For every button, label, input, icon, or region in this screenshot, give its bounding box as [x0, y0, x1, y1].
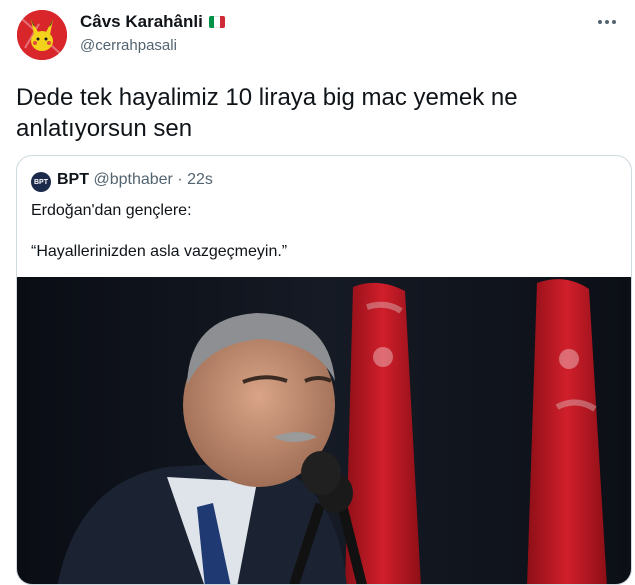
- quoted-text-line1: Erdoğan'dan gençlere:: [31, 202, 192, 219]
- more-horizontal-icon: [598, 20, 616, 24]
- more-options-button[interactable]: [593, 10, 621, 34]
- quoted-avatar-logo-text: BPT: [34, 178, 48, 186]
- italy-flag-icon: [208, 16, 225, 28]
- quoted-separator: ·: [177, 171, 183, 188]
- author-handle[interactable]: @cerrahpasali: [80, 37, 177, 54]
- speaker-photo: [17, 277, 631, 584]
- quoted-timestamp[interactable]: 22s: [187, 171, 213, 188]
- author-display-name[interactable]: Câvs Karahânli: [80, 12, 203, 32]
- quoted-tweet[interactable]: BPT BPT @bpthaber · 22s Erdoğan'dan genç…: [16, 155, 632, 585]
- tweet-text: Dede tek hayalimiz 10 liraya big mac yem…: [16, 84, 518, 142]
- quoted-handle[interactable]: @bpthaber: [93, 171, 172, 188]
- quoted-header: BPT @bpthaber · 22s: [57, 171, 213, 189]
- quoted-text-line2: “Hayallerinizden asla vazgeçmeyin.”: [31, 243, 288, 260]
- author-avatar[interactable]: [17, 10, 67, 60]
- quoted-display-name[interactable]: BPT: [57, 171, 89, 188]
- author-name[interactable]: Câvs Karahânli: [80, 12, 225, 32]
- quoted-avatar[interactable]: BPT: [31, 172, 51, 192]
- quoted-photo[interactable]: [17, 277, 631, 584]
- pikachu-avatar-icon: [17, 10, 67, 60]
